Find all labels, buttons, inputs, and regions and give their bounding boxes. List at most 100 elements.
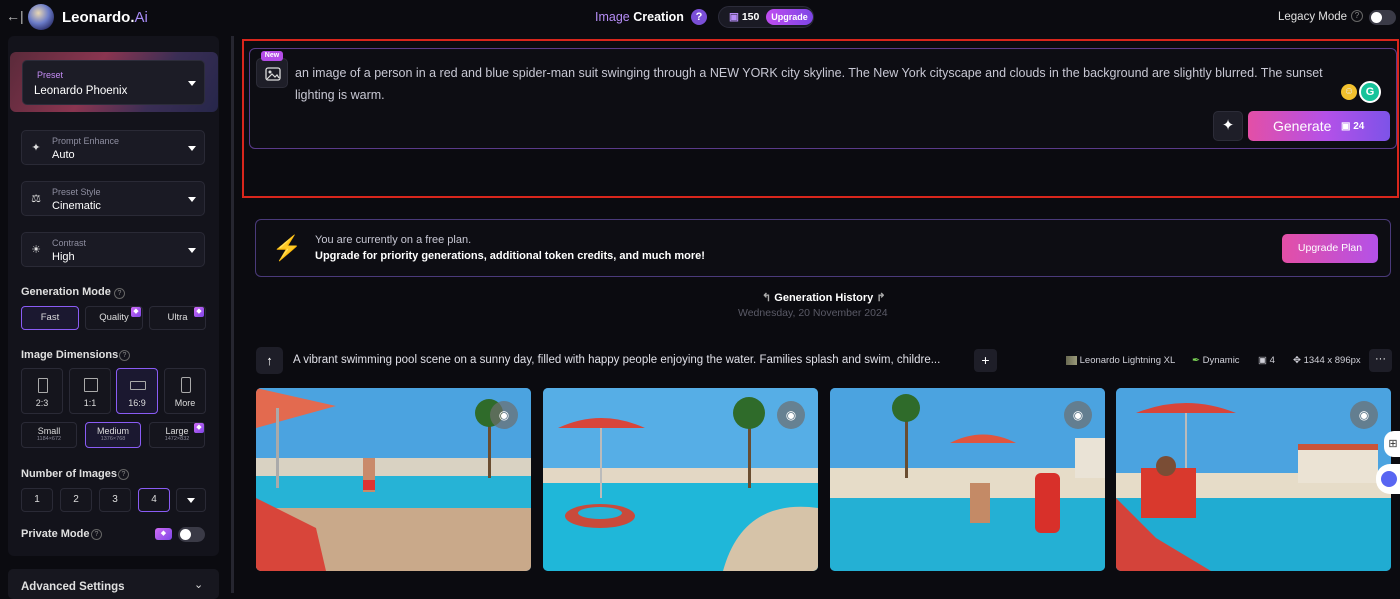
chevron-down-icon — [188, 146, 196, 151]
generated-image[interactable]: ◉ — [1116, 388, 1391, 571]
grid-icon[interactable]: ⊞ — [1384, 431, 1400, 457]
model-name: Leonardo Lightning XL — [1079, 355, 1176, 366]
ratio-label: 2:3 — [35, 398, 49, 408]
size-label: Small — [37, 426, 61, 436]
premium-gem-icon: ◆ — [194, 307, 204, 317]
eye-icon[interactable]: ◉ — [1350, 401, 1378, 429]
ratio-1-1[interactable]: 1:1 — [69, 368, 111, 414]
mode-bold: Creation — [633, 10, 684, 24]
eye-icon[interactable]: ◉ — [490, 401, 518, 429]
sun-icon: ☀ — [31, 244, 41, 256]
lightning-bolt-icon: ⚡ — [272, 235, 302, 262]
token-icon: ▣ — [729, 11, 739, 23]
generated-image[interactable]: ◉ — [543, 388, 818, 571]
images-icon: ▣ — [1258, 355, 1267, 366]
annotation-highlight-box — [242, 39, 1399, 198]
resize-icon: ✥ — [1293, 355, 1301, 366]
add-button[interactable]: + — [974, 349, 997, 372]
size-dims: 1376×768 — [100, 436, 126, 442]
style-tag: ✒ Dynamic — [1192, 355, 1240, 366]
brand-name: Leonardo.Ai — [62, 9, 148, 26]
upgrade-plan-button[interactable]: Upgrade Plan — [1282, 234, 1378, 263]
mode-fast[interactable]: Fast — [21, 306, 79, 330]
plan-upsell-text: Upgrade for priority generations, additi… — [315, 250, 705, 262]
preset-style-value: Cinematic — [52, 200, 101, 212]
preset-select[interactable]: Preset Leonardo Phoenix — [22, 60, 205, 105]
help-button[interactable]: ? — [691, 9, 707, 25]
model-icon — [1066, 355, 1077, 365]
image-count: 4 — [1269, 355, 1275, 366]
preset-style-label: Preset Style — [52, 187, 101, 197]
chevron-down-icon — [188, 248, 196, 253]
chevron-down-icon — [188, 81, 196, 86]
legacy-mode-label: Legacy Mode — [1278, 11, 1348, 23]
ratio-shape — [181, 377, 191, 393]
ratio-shape — [84, 378, 98, 392]
ratio-more[interactable]: More — [164, 368, 206, 414]
contrast-select[interactable]: ☀ Contrast High — [21, 232, 205, 267]
generated-image[interactable]: ◉ — [830, 388, 1105, 571]
size-label: Medium — [96, 426, 129, 436]
discord-badge — [1381, 471, 1397, 487]
back-arrow-icon[interactable]: ←| — [6, 9, 24, 23]
toggle-knob — [180, 529, 191, 540]
premium-gem-icon: ◆ — [131, 307, 141, 317]
generated-image[interactable]: ◉ — [256, 388, 531, 571]
generation-history-title[interactable]: ↰ Generation History ↱ — [762, 291, 886, 304]
num-images-1[interactable]: 1 — [21, 488, 53, 512]
num-images-3[interactable]: 3 — [99, 488, 131, 512]
ratio-shape — [38, 378, 48, 393]
number-of-images-label: Number of Images — [21, 468, 117, 480]
free-plan-banner — [255, 219, 1391, 277]
image-count-tag: ▣ 4 — [1258, 355, 1275, 366]
num-images-2[interactable]: 2 — [60, 488, 92, 512]
ratio-16-9[interactable]: 16:9 — [116, 368, 158, 414]
size-medium[interactable]: Medium 1376×768 — [85, 422, 141, 448]
mode-prefix: Image — [595, 10, 630, 24]
ratio-label: 16:9 — [128, 398, 146, 408]
token-count: ▣ 150 — [729, 11, 759, 23]
more-options-button[interactable]: ··· — [1369, 349, 1392, 372]
prompt-enhance-value: Auto — [52, 149, 75, 161]
premium-gem-icon: ◆ — [194, 423, 204, 433]
private-mode-label: Private Mode — [21, 528, 90, 540]
eye-icon[interactable]: ◉ — [777, 401, 805, 429]
eye-icon[interactable]: ◉ — [1064, 401, 1092, 429]
sort-icon: ↰ — [762, 292, 772, 304]
reuse-prompt-button[interactable]: ↑ — [256, 347, 283, 374]
private-mode-toggle[interactable] — [178, 527, 205, 542]
upgrade-button[interactable]: Upgrade — [766, 9, 813, 25]
preset-style-select[interactable]: ⚖ Preset Style Cinematic — [21, 181, 205, 216]
ratio-shape — [130, 381, 146, 390]
chevron-down-icon — [187, 498, 195, 503]
sidebar-resize-handle[interactable] — [231, 36, 234, 593]
legacy-mode-toggle[interactable] — [1369, 10, 1396, 25]
help-icon[interactable]: ? — [118, 469, 129, 480]
size-dims: 1472×832 — [164, 436, 190, 442]
advanced-settings[interactable]: Advanced Settings ⌄ — [8, 569, 219, 599]
size-dims: 1184×672 — [36, 436, 62, 442]
num-images-4[interactable]: 4 — [138, 488, 170, 512]
ratio-2-3[interactable]: 2:3 — [21, 368, 63, 414]
plan-status-text: You are currently on a free plan. — [315, 234, 472, 246]
flask-icon: ⚖ — [31, 193, 41, 205]
size-small[interactable]: Small 1184×672 — [21, 422, 77, 448]
history-date: Wednesday, 20 November 2024 — [738, 307, 888, 319]
brush-icon: ✒ — [1192, 355, 1200, 366]
mode-title: Image Creation — [595, 10, 684, 24]
num-images-more[interactable] — [176, 488, 206, 512]
brand-text: Leonardo. — [62, 9, 135, 26]
contrast-value: High — [52, 251, 75, 263]
legacy-help-icon[interactable]: ? — [1351, 10, 1363, 22]
help-icon[interactable]: ? — [114, 288, 125, 299]
help-icon[interactable]: ? — [91, 529, 102, 540]
image-dimensions-label: Image Dimensions — [21, 349, 119, 361]
prompt-enhance-select[interactable]: ✦ Prompt Enhance Auto — [21, 130, 205, 165]
sort-icon: ↱ — [876, 292, 886, 304]
discord-icon[interactable] — [1376, 464, 1400, 494]
style-name: Dynamic — [1202, 355, 1240, 366]
advanced-settings-label: Advanced Settings — [21, 581, 125, 593]
generation-mode-label: Generation Mode — [21, 286, 111, 298]
help-icon[interactable]: ? — [119, 350, 130, 361]
generation-prompt[interactable]: A vibrant swimming pool scene on a sunny… — [293, 354, 963, 366]
